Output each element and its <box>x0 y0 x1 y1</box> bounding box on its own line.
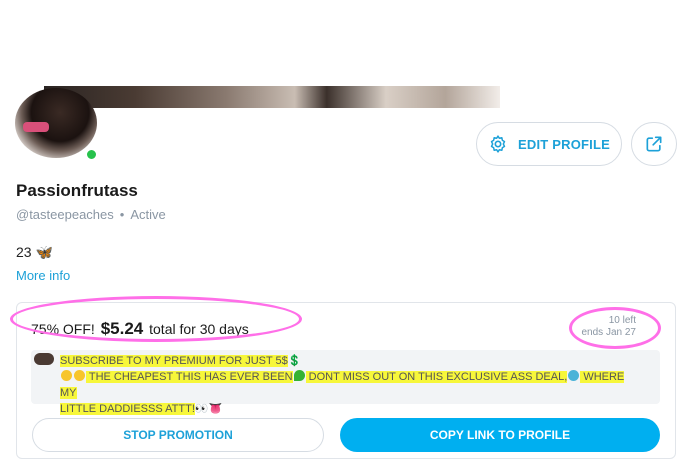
tongue-emoji-icon <box>74 370 85 381</box>
message-text: LITTLE DADDIESSS ATTT! <box>60 403 195 415</box>
dollar-emoji: 💲 <box>287 355 302 367</box>
cover-image <box>44 86 500 108</box>
message-text: DONT MISS OUT ON THIS EXCLUSIVE ASS DEAL… <box>305 371 568 383</box>
message-text: THE CHEAPEST THIS HAS EVER BEEN <box>86 371 293 383</box>
display-name: Passionfrutass <box>16 181 138 200</box>
annotation-circle <box>10 296 302 342</box>
promotion-message: SUBSCRIBE TO MY PREMIUM FOR JUST 5$💲 THE… <box>60 353 640 417</box>
message-line: SUBSCRIBE TO MY PREMIUM FOR JUST 5$💲 <box>60 353 640 369</box>
peach-emoji-icon <box>568 370 580 381</box>
green-heart-icon <box>293 370 305 381</box>
message-avatar <box>34 353 54 365</box>
status-text: Active <box>130 207 166 222</box>
annotation-circle <box>569 307 661 349</box>
online-status-dot <box>85 148 98 161</box>
copy-link-button[interactable]: COPY LINK TO PROFILE <box>340 418 660 452</box>
heart-eyes-emoji-icon <box>61 370 72 381</box>
eyes-tongue-emoji: 👀👅 <box>194 403 223 415</box>
avatar[interactable] <box>15 88 97 158</box>
message-line: LITTLE DADDIESSS ATTT!👀👅 <box>60 401 640 417</box>
message-text: SUBSCRIBE TO MY PREMIUM FOR JUST 5$ <box>60 355 288 367</box>
share-button[interactable] <box>631 122 677 166</box>
share-icon <box>646 136 662 152</box>
stop-promotion-button[interactable]: STOP PROMOTION <box>32 418 324 452</box>
more-info-link[interactable]: More info <box>16 268 70 283</box>
gear-icon <box>490 135 506 153</box>
edit-profile-label: EDIT PROFILE <box>518 136 610 152</box>
edit-profile-button[interactable]: EDIT PROFILE <box>476 122 622 166</box>
bio-text: 23 🦋 <box>16 244 53 260</box>
separator-dot: • <box>119 207 125 222</box>
message-line: THE CHEAPEST THIS HAS EVER BEEN DONT MIS… <box>60 369 640 401</box>
handle-row: @tasteepeaches • Active <box>16 207 166 222</box>
username: @tasteepeaches <box>16 207 114 222</box>
